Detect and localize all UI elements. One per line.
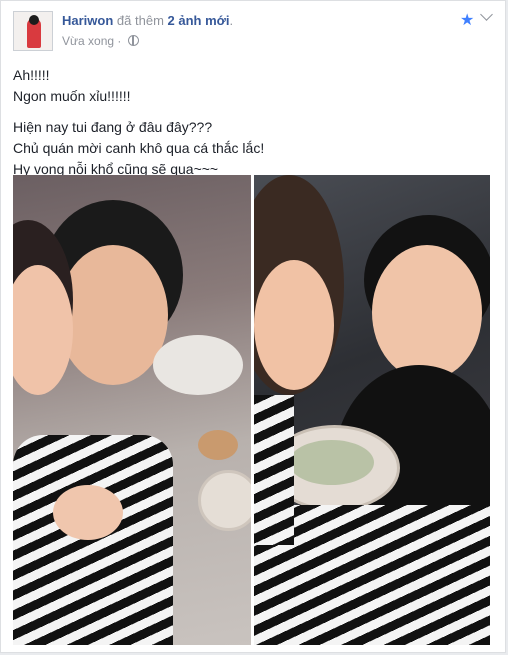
avatar[interactable] (13, 11, 53, 51)
selfie-photo-1[interactable] (13, 175, 251, 645)
post-card: Hariwon đã thêm 2 ảnh mới. Vừa xong · ★ … (0, 0, 506, 653)
globe-icon[interactable] (127, 35, 139, 46)
photo-count-link[interactable]: 2 ảnh mới (168, 13, 230, 28)
photo-shape (289, 440, 374, 485)
post-paragraph-2: Hiện nay tui đang ở đâu đây??? Chủ quán … (13, 117, 264, 180)
post-paragraph-1: Ah!!!!! Ngon muốn xỉu!!!!!! (13, 65, 264, 107)
post-line: Hiện nay tui đang ở đâu đây??? (13, 119, 213, 135)
post-text: Ah!!!!! Ngon muốn xỉu!!!!!! Hiện nay tui… (13, 65, 264, 190)
photo-shape (372, 245, 482, 380)
author-link[interactable]: Hariwon (62, 13, 113, 28)
photo-shape (153, 335, 243, 395)
chevron-down-icon[interactable] (480, 8, 493, 21)
post-line: Ngon muốn xỉu!!!!!! (13, 88, 131, 104)
photo-shape (254, 395, 294, 545)
photo-shape (58, 245, 168, 385)
timestamp-link[interactable]: Vừa xong (62, 34, 114, 48)
star-icon[interactable]: ★ (460, 10, 474, 30)
selfie-photo-2[interactable] (254, 175, 490, 645)
photo-shape (53, 485, 123, 540)
photo-shape (198, 470, 251, 531)
post-header: Hariwon đã thêm 2 ảnh mới. (62, 13, 233, 28)
photo-shape (198, 430, 238, 460)
photo-shape (13, 435, 173, 645)
photo-shape (254, 260, 334, 390)
post-line: Ah!!!!! (13, 67, 50, 83)
post-line: Chủ quán mời canh khô qua cá thắc lắc! (13, 140, 265, 156)
avatar-head (29, 15, 39, 25)
action-suffix: . (229, 13, 234, 28)
post-meta: Vừa xong · (62, 34, 139, 48)
action-text: đã thêm 2 ảnh mới. (117, 13, 233, 28)
meta-separator: · (117, 34, 122, 48)
action-prefix: đã thêm (116, 13, 164, 28)
